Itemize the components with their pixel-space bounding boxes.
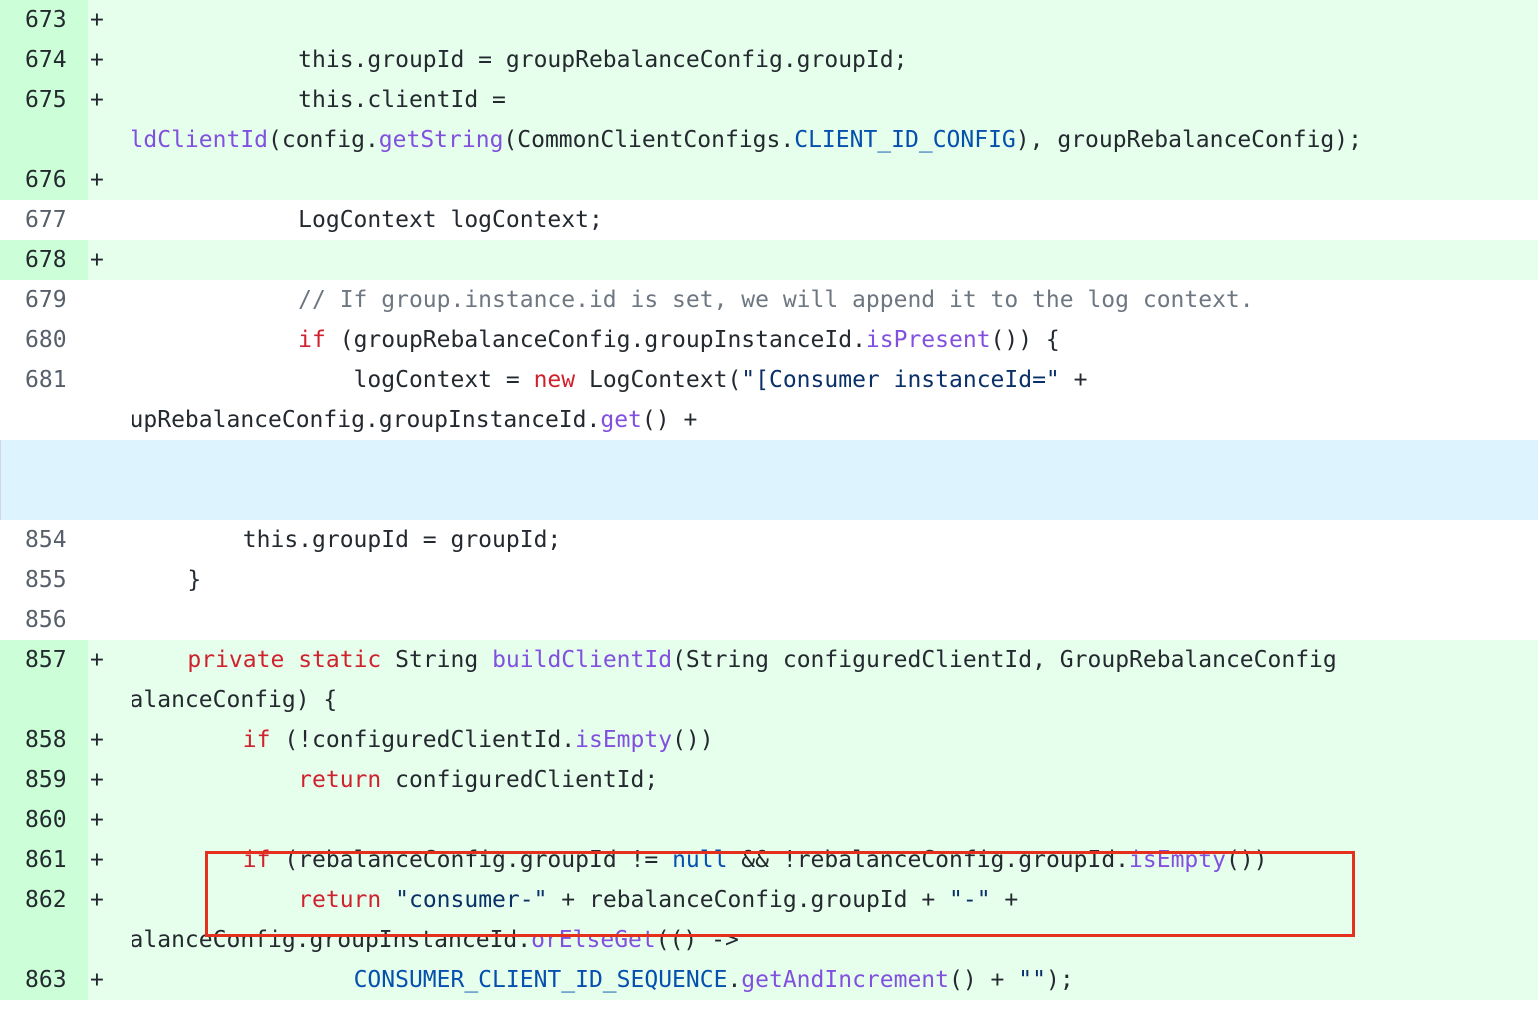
add-marker: + [90, 247, 104, 273]
line-number[interactable]: 680 [0, 320, 88, 360]
add-marker: + [90, 87, 104, 113]
code-line-wrap: buildClientId(config.getString(CommonCli… [132, 127, 1362, 153]
diff-line: 680 if (groupRebalanceConfig.groupInstan… [0, 320, 1538, 360]
add-marker: + [90, 167, 104, 193]
diff-line: 673 + [0, 0, 1538, 40]
line-number[interactable]: 859 [0, 760, 88, 800]
code-line: logContext = new LogContext("[Consumer i… [132, 360, 1538, 440]
diff-line: 859 + return configuredClientId; [0, 760, 1538, 800]
code-line: // If group.instance.id is set, we will … [132, 287, 1254, 313]
code-line: LogContext logContext; [132, 207, 603, 233]
add-marker: + [90, 727, 104, 753]
line-number[interactable]: 855 [0, 560, 88, 600]
code-line: private static String buildClientId(Stri… [132, 640, 1538, 720]
code-line: this.groupId = groupId; [132, 527, 562, 553]
line-number[interactable]: 860 [0, 800, 88, 840]
diff-line: 855 } [0, 560, 1538, 600]
add-marker: + [90, 767, 104, 793]
line-number[interactable]: 678 [0, 240, 88, 280]
diff-line: 677 LogContext logContext; [0, 200, 1538, 240]
diff-line: 676 + [0, 160, 1538, 200]
diff-line: 854 this.groupId = groupId; [0, 520, 1538, 560]
hunk-expander[interactable] [0, 440, 1538, 520]
diff-line: 860 + [0, 800, 1538, 840]
line-number[interactable]: 674 [0, 40, 88, 80]
line-number[interactable]: 857 [0, 640, 88, 720]
diff-line: 674 + this.groupId = groupRebalanceConfi… [0, 40, 1538, 80]
add-marker: + [90, 807, 104, 833]
code-line-wrap: rebalanceConfig) { [132, 687, 338, 713]
diff-line: 678 + [0, 240, 1538, 280]
diff-line: 679 // If group.instance.id is set, we w… [0, 280, 1538, 320]
add-marker: + [90, 47, 104, 73]
code-line-wrap: groupRebalanceConfig.groupInstanceId.get… [132, 407, 698, 433]
line-number[interactable]: 677 [0, 200, 88, 240]
code-line: if (!configuredClientId.isEmpty()) [242, 727, 714, 753]
diff-line: 858 + if (!configuredClientId.isEmpty()) [0, 720, 1538, 760]
line-number[interactable]: 854 [0, 520, 88, 560]
add-marker: + [90, 887, 104, 913]
add-marker: + [90, 647, 104, 673]
line-number[interactable]: 861 [0, 840, 88, 880]
code-line: CONSUMER_CLIENT_ID_SEQUENCE.getAndIncrem… [353, 967, 1074, 993]
code-line: } [132, 567, 202, 593]
code-line: return configuredClientId; [298, 767, 659, 793]
diff-line: 857 + private static String buildClientI… [0, 640, 1538, 720]
code-line: this.groupId = groupRebalanceConfig.grou… [132, 47, 908, 73]
code-line: if (groupRebalanceConfig.groupInstanceId… [298, 327, 1060, 353]
diff-line: 863 + CONSUMER_CLIENT_ID_SEQUENCE.getAnd… [0, 960, 1538, 1000]
line-number[interactable]: 681 [0, 360, 88, 440]
diff-line: 681 logContext = new LogContext("[Consum… [0, 360, 1538, 440]
diff-line: 862 + return "consumer-" + rebalanceConf… [0, 880, 1538, 960]
diff-line: 856 [0, 600, 1538, 640]
diff-line: 861 + if (rebalanceConfig.groupId != nul… [0, 840, 1538, 880]
line-number[interactable]: 856 [0, 600, 88, 640]
diff-view: 673 + 674 + this.groupId = groupRebalanc… [0, 0, 1538, 1000]
line-number[interactable]: 675 [0, 80, 88, 160]
add-marker: + [90, 7, 104, 33]
line-number[interactable]: 679 [0, 280, 88, 320]
code-line: if (rebalanceConfig.groupId != null && !… [242, 847, 1268, 873]
add-marker: + [90, 847, 104, 873]
line-number[interactable]: 862 [0, 880, 88, 960]
line-number[interactable]: 676 [0, 160, 88, 200]
code-line: this.clientId =buildClientId(config.getS… [132, 80, 1538, 160]
code-line-wrap: rebalanceConfig.groupInstanceId.orElseGe… [132, 927, 739, 953]
code-line: return "consumer-" + rebalanceConfig.gro… [132, 880, 1538, 960]
diff-line: 675 + this.clientId =buildClientId(confi… [0, 80, 1538, 160]
add-marker: + [90, 967, 104, 993]
line-number[interactable]: 858 [0, 720, 88, 760]
line-number[interactable]: 673 [0, 0, 88, 40]
line-number[interactable]: 863 [0, 960, 88, 1000]
